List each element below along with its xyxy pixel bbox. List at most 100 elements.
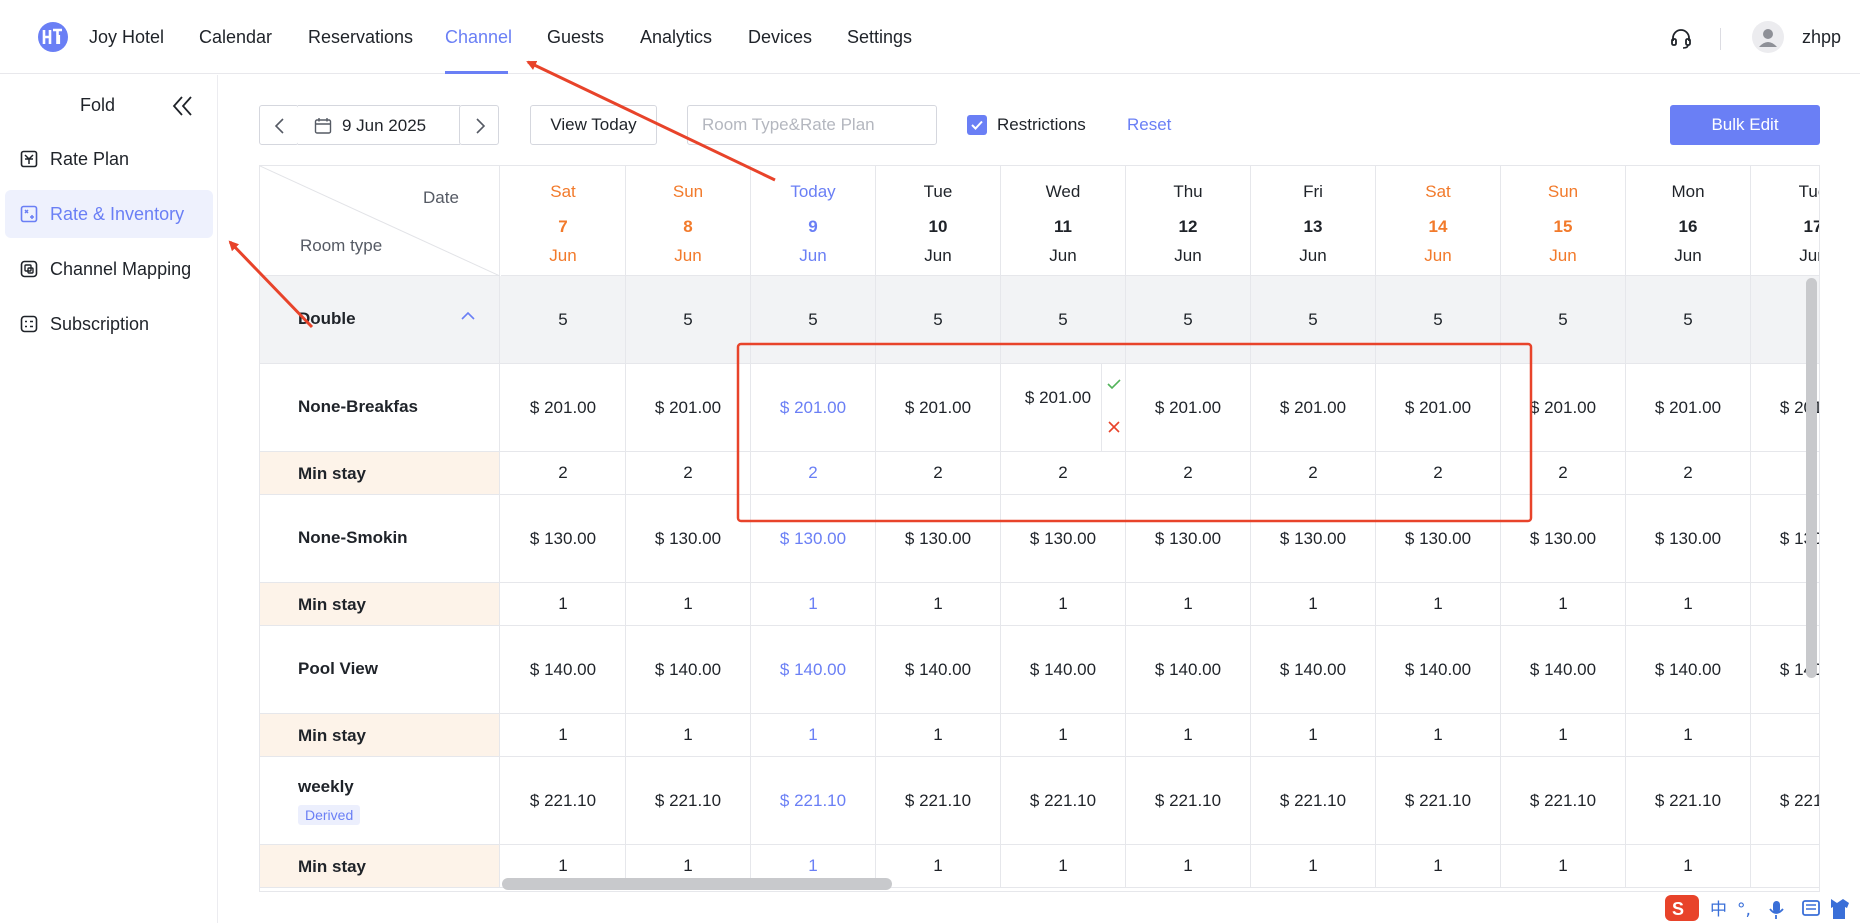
grid-cell[interactable]: 1 bbox=[1501, 714, 1626, 756]
grid-cell[interactable]: 1 bbox=[1501, 845, 1626, 887]
grid-cell[interactable]: 5 bbox=[1626, 276, 1751, 363]
grid-cell[interactable]: $ 201.00 bbox=[501, 364, 626, 451]
grid-cell[interactable]: $ 221.10 bbox=[1126, 757, 1251, 844]
grid-cell[interactable]: 2 bbox=[626, 452, 751, 494]
prev-date-button[interactable] bbox=[259, 105, 299, 145]
grid-cell[interactable]: $ 140.00 bbox=[1626, 626, 1751, 713]
reset-link[interactable]: Reset bbox=[1127, 115, 1171, 135]
chevron-up-icon[interactable] bbox=[460, 310, 476, 322]
bulk-edit-button[interactable]: Bulk Edit bbox=[1670, 105, 1820, 145]
grid-cell[interactable]: 1 bbox=[626, 714, 751, 756]
grid-cell[interactable]: 2 bbox=[501, 452, 626, 494]
editing-price-cell[interactable]: $ 201.00 bbox=[1001, 364, 1126, 452]
sidebar-item-rate-plan[interactable]: Rate Plan bbox=[5, 135, 213, 183]
grid-cell[interactable]: 1 bbox=[876, 583, 1001, 625]
horizontal-scrollbar[interactable] bbox=[502, 878, 892, 890]
grid-cell[interactable]: 1 bbox=[1376, 714, 1501, 756]
vertical-scrollbar[interactable] bbox=[1806, 278, 1817, 678]
grid-cell[interactable]: $ 130.00 bbox=[751, 495, 876, 582]
grid-cell[interactable]: 2 bbox=[751, 452, 876, 494]
grid-cell[interactable]: $ 201.00 bbox=[626, 364, 751, 451]
grid-cell[interactable]: 2 bbox=[1626, 452, 1751, 494]
grid-cell[interactable]: $ 221.10 bbox=[626, 757, 751, 844]
double-chevron-left-icon[interactable] bbox=[170, 93, 196, 119]
grid-cell[interactable]: $ 221.10 bbox=[1751, 757, 1819, 844]
grid-cell[interactable]: 1 bbox=[1376, 845, 1501, 887]
grid-cell[interactable]: 1 bbox=[751, 583, 876, 625]
price-edit-input[interactable]: $ 201.00 bbox=[1001, 364, 1101, 452]
grid-cell[interactable]: $ 130.00 bbox=[626, 495, 751, 582]
grid-cell[interactable]: $ 130.00 bbox=[876, 495, 1001, 582]
grid-cell[interactable]: 5 bbox=[751, 276, 876, 363]
date-picker[interactable]: 9 Jun 2025 bbox=[298, 105, 460, 145]
grid-cell[interactable]: $ 140.00 bbox=[1501, 626, 1626, 713]
nav-calendar[interactable]: Calendar bbox=[199, 27, 272, 48]
confirm-check-icon[interactable] bbox=[1107, 378, 1121, 390]
grid-cell[interactable]: 1 bbox=[501, 583, 626, 625]
restrictions-checkbox[interactable] bbox=[967, 115, 987, 135]
grid-cell[interactable]: 5 bbox=[1376, 276, 1501, 363]
grid-cell[interactable]: $ 140.00 bbox=[1376, 626, 1501, 713]
grid-cell[interactable]: 1 bbox=[876, 845, 1001, 887]
grid-cell[interactable]: 1 bbox=[1251, 714, 1376, 756]
grid-cell[interactable]: 1 bbox=[1001, 714, 1126, 756]
grid-cell[interactable]: 1 bbox=[1126, 714, 1251, 756]
grid-cell[interactable]: 5 bbox=[1126, 276, 1251, 363]
nav-guests[interactable]: Guests bbox=[547, 27, 604, 48]
grid-cell[interactable]: $ 130.00 bbox=[1376, 495, 1501, 582]
next-date-button[interactable] bbox=[459, 105, 499, 145]
grid-cell[interactable]: 1 bbox=[876, 714, 1001, 756]
grid-cell[interactable]: $ 140.00 bbox=[1251, 626, 1376, 713]
grid-cell[interactable]: $ 221.10 bbox=[1501, 757, 1626, 844]
grid-cell[interactable] bbox=[1751, 845, 1819, 887]
grid-cell[interactable]: 1 bbox=[1626, 583, 1751, 625]
grid-cell[interactable]: $ 130.00 bbox=[501, 495, 626, 582]
user-avatar-icon[interactable] bbox=[1752, 21, 1784, 53]
grid-cell[interactable]: 5 bbox=[1251, 276, 1376, 363]
grid-cell[interactable]: $ 201.00 bbox=[1501, 364, 1626, 451]
grid-cell[interactable]: $ 201.00 bbox=[876, 364, 1001, 451]
grid-cell[interactable]: $ 221.10 bbox=[1251, 757, 1376, 844]
grid-cell[interactable]: $ 201.00 bbox=[1626, 364, 1751, 451]
grid-cell[interactable]: $ 140.00 bbox=[876, 626, 1001, 713]
sidebar-item-rate-inventory[interactable]: Rate & Inventory bbox=[5, 190, 213, 238]
grid-cell[interactable]: 5 bbox=[626, 276, 751, 363]
grid-cell[interactable]: $ 201.00 bbox=[1251, 364, 1376, 451]
grid-cell[interactable]: 1 bbox=[1251, 583, 1376, 625]
grid-cell[interactable]: 2 bbox=[1501, 452, 1626, 494]
grid-cell[interactable]: 2 bbox=[1126, 452, 1251, 494]
grid-cell[interactable]: 1 bbox=[1126, 845, 1251, 887]
grid-cell[interactable]: $ 201.00 bbox=[1126, 364, 1251, 451]
grid-cell[interactable]: $ 130.00 bbox=[1501, 495, 1626, 582]
grid-cell[interactable]: 5 bbox=[876, 276, 1001, 363]
nav-analytics[interactable]: Analytics bbox=[640, 27, 712, 48]
sidebar-item-channel-mapping[interactable]: Channel Mapping bbox=[5, 245, 213, 293]
grid-cell[interactable]: $ 140.00 bbox=[501, 626, 626, 713]
grid-cell[interactable]: $ 140.00 bbox=[1001, 626, 1126, 713]
grid-cell[interactable]: 1 bbox=[1376, 583, 1501, 625]
grid-cell[interactable]: 2 bbox=[1376, 452, 1501, 494]
grid-cell[interactable]: $ 130.00 bbox=[1251, 495, 1376, 582]
headset-icon[interactable] bbox=[1670, 28, 1692, 50]
grid-cell[interactable]: $ 140.00 bbox=[626, 626, 751, 713]
grid-cell[interactable]: 1 bbox=[1001, 845, 1126, 887]
grid-cell[interactable]: $ 221.10 bbox=[1376, 757, 1501, 844]
nav-devices[interactable]: Devices bbox=[748, 27, 812, 48]
nav-settings[interactable]: Settings bbox=[847, 27, 912, 48]
grid-cell[interactable]: $ 130.00 bbox=[1001, 495, 1126, 582]
cancel-x-icon[interactable] bbox=[1108, 421, 1120, 433]
grid-cell[interactable]: $ 221.10 bbox=[751, 757, 876, 844]
grid-cell[interactable]: $ 130.00 bbox=[1626, 495, 1751, 582]
view-today-button[interactable]: View Today bbox=[530, 105, 657, 145]
grid-cell[interactable]: 1 bbox=[1501, 583, 1626, 625]
grid-cell[interactable]: 1 bbox=[751, 714, 876, 756]
grid-cell[interactable]: $ 221.10 bbox=[1626, 757, 1751, 844]
grid-cell[interactable]: 5 bbox=[1501, 276, 1626, 363]
grid-cell[interactable]: $ 140.00 bbox=[751, 626, 876, 713]
grid-cell[interactable]: $ 221.10 bbox=[501, 757, 626, 844]
grid-cell[interactable]: $ 201.00 bbox=[751, 364, 876, 451]
grid-cell[interactable]: $ 221.10 bbox=[876, 757, 1001, 844]
sidebar-item-subscription[interactable]: Subscription bbox=[5, 300, 213, 348]
grid-cell[interactable]: 1 bbox=[1626, 714, 1751, 756]
grid-cell[interactable]: 1 bbox=[626, 583, 751, 625]
